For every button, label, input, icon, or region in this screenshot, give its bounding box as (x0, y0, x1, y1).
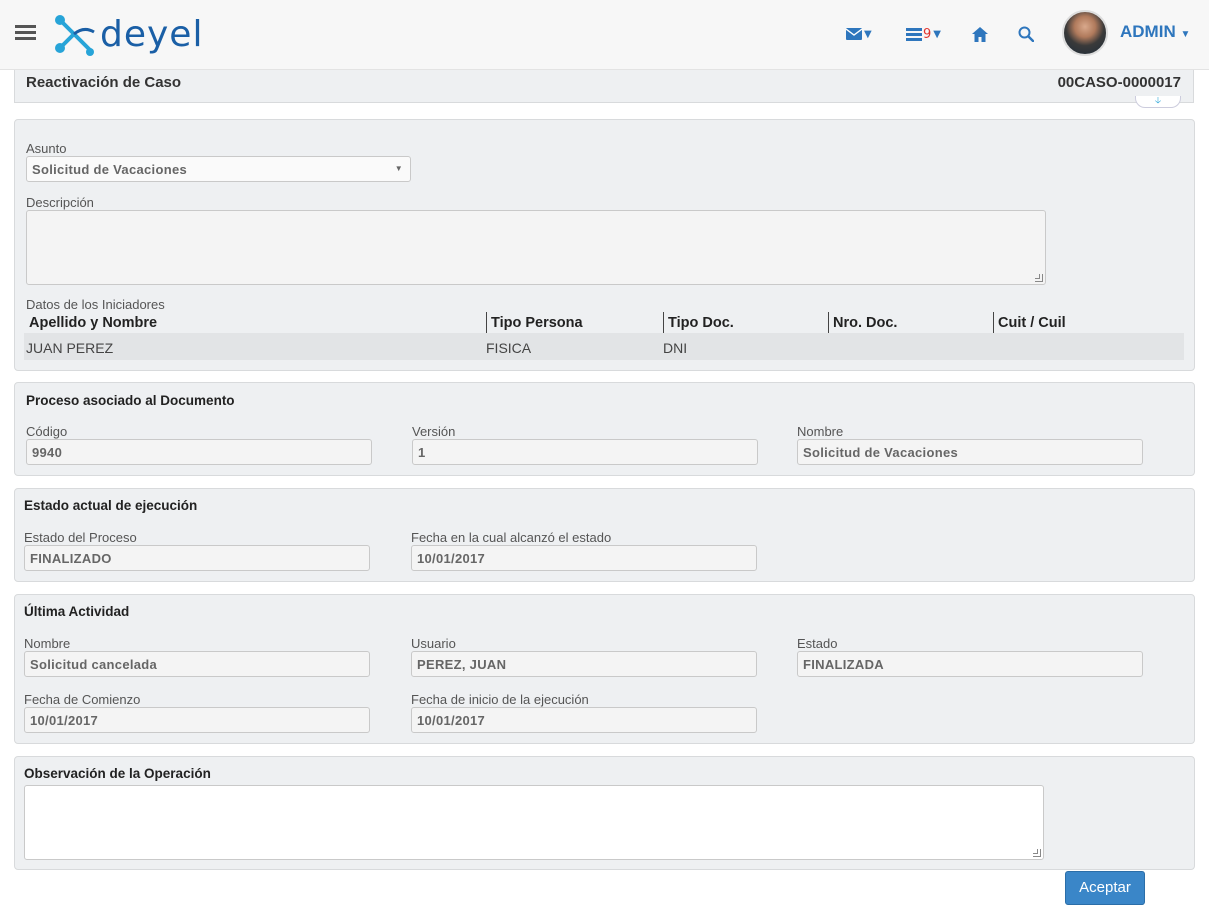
page-title-bar: Reactivación de Caso 00CASO-0000017 (14, 70, 1194, 103)
column-divider (486, 312, 487, 334)
task-list-icon (906, 27, 922, 41)
home-button[interactable] (972, 22, 988, 46)
resize-handle[interactable] (1035, 274, 1043, 282)
search-button[interactable] (1018, 22, 1034, 46)
tasks-button[interactable]: 9 ▼ (906, 22, 941, 46)
descripcion-textarea[interactable] (26, 210, 1046, 285)
usuario-label: Usuario (411, 636, 456, 651)
column-header-nro-doc: Nro. Doc. (833, 315, 898, 331)
chevron-down-icon: ▼ (864, 28, 872, 40)
chevron-down-icon: ▼ (1180, 29, 1191, 40)
column-divider (828, 312, 829, 334)
deyel-logo[interactable]: deyel (52, 12, 203, 56)
actividad-nombre-label: Nombre (24, 636, 71, 651)
search-icon (1018, 26, 1034, 42)
section-title-proceso: Proceso asociado al Documento (26, 393, 235, 408)
mail-button[interactable]: ▼ (846, 22, 872, 46)
codigo-label: Código (26, 424, 68, 439)
actividad-estado-field[interactable]: FINALIZADA (797, 651, 1143, 677)
mail-icon (846, 28, 862, 40)
page-title: Reactivación de Caso (26, 74, 182, 91)
cell-tipo-persona: FISICA (486, 340, 532, 356)
column-header-tipo-persona: Tipo Persona (491, 315, 583, 331)
menu-icon[interactable] (15, 25, 36, 42)
version-field[interactable]: 1 (412, 439, 758, 465)
fecha-inicio-field[interactable]: 10/01/2017 (411, 707, 757, 733)
case-id: 00CASO-0000017 (1057, 74, 1181, 91)
column-header-apellido: Apellido y Nombre (29, 315, 158, 331)
user-avatar[interactable] (1062, 10, 1108, 56)
asunto-label: Asunto (26, 141, 67, 156)
asunto-value: Solicitud de Vacaciones (32, 162, 188, 177)
chevron-down-icon: ▼ (394, 164, 403, 173)
arrow-down-icon: 🡣 (1154, 96, 1162, 106)
column-header-tipo-doc: Tipo Doc. (668, 315, 734, 331)
column-divider (663, 312, 664, 334)
section-title-actividad: Última Actividad (24, 604, 130, 619)
section-title-observacion: Observación de la Operación (24, 766, 211, 781)
estado-proceso-label: Estado del Proceso (24, 530, 137, 545)
actividad-nombre-field[interactable]: Solicitud cancelada (24, 651, 370, 677)
top-bar: deyel ▼ 9 ▼ ADMIN ▼ (0, 0, 1209, 70)
version-label: Versión (412, 424, 456, 439)
column-divider (993, 312, 994, 334)
collapse-toggle[interactable]: 🡣 (1135, 96, 1181, 108)
nombre-proceso-field[interactable]: Solicitud de Vacaciones (797, 439, 1143, 465)
actividad-estado-label: Estado (797, 636, 838, 651)
fecha-estado-field[interactable]: 10/01/2017 (411, 545, 757, 571)
fecha-comienzo-label: Fecha de Comienzo (24, 692, 141, 707)
fecha-estado-label: Fecha en la cual alcanzó el estado (411, 530, 612, 545)
chevron-down-icon: ▼ (933, 28, 941, 40)
table-row[interactable] (24, 333, 1184, 360)
resize-handle[interactable] (1033, 849, 1041, 857)
column-header-cuit: Cuit / Cuil (998, 315, 1066, 331)
estado-proceso-field[interactable]: FINALIZADO (24, 545, 370, 571)
user-name: ADMIN (1120, 22, 1176, 41)
codigo-field[interactable]: 9940 (26, 439, 372, 465)
iniciadores-label: Datos de los Iniciadores (26, 297, 165, 312)
section-title-estado: Estado actual de ejecución (24, 498, 198, 513)
fecha-inicio-label: Fecha de inicio de la ejecución (411, 692, 589, 707)
usuario-field[interactable]: PEREZ, JUAN (411, 651, 757, 677)
observacion-textarea[interactable] (24, 785, 1044, 860)
notification-count: 9 (923, 26, 932, 42)
nombre-proceso-label: Nombre (797, 424, 844, 439)
logo-mark-icon (55, 15, 95, 56)
cell-apellido: JUAN PEREZ (26, 340, 114, 356)
home-icon (972, 26, 988, 42)
accept-button[interactable]: Aceptar (1065, 871, 1145, 905)
cell-tipo-doc: DNI (663, 340, 688, 356)
descripcion-label: Descripción (26, 195, 94, 210)
user-menu[interactable]: ADMIN ▼ (1120, 22, 1190, 42)
logo-text: deyel (100, 13, 204, 55)
fecha-comienzo-field[interactable]: 10/01/2017 (24, 707, 370, 733)
asunto-select[interactable]: Solicitud de Vacaciones ▼ (26, 156, 411, 182)
